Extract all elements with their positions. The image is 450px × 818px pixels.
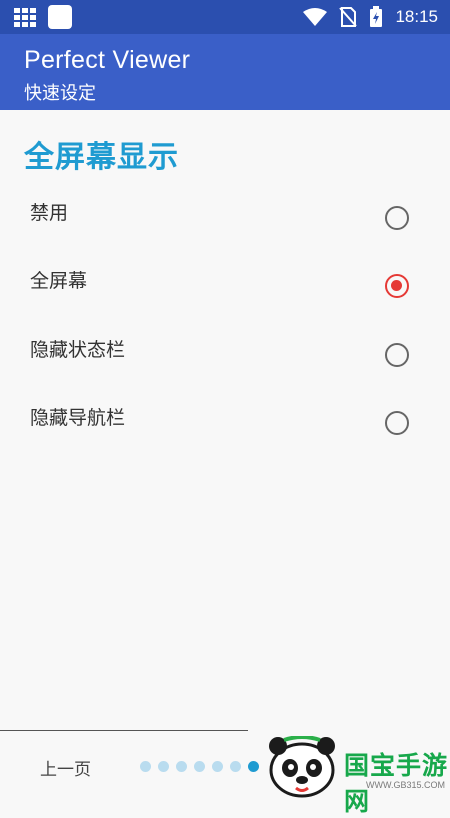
prev-page-button[interactable]: 上一页 [40, 755, 91, 780]
radio-button[interactable] [385, 343, 409, 367]
page-indicator [140, 761, 259, 772]
settings-content: 全屏幕显示 禁用 全屏幕 隐藏状态栏 隐藏导航栏 [0, 110, 450, 730]
option-label: 禁用 [30, 202, 69, 224]
clock: 18:15 [395, 7, 438, 26]
battery-charging-icon [370, 6, 383, 27]
option-label: 全屏幕 [30, 270, 88, 292]
page-dot [194, 761, 205, 772]
page-dot [176, 761, 187, 772]
watermark: 国宝手游网 WWW.GB315.COM [262, 734, 450, 816]
wifi-icon [303, 8, 328, 26]
option-label: 隐藏导航栏 [30, 407, 126, 429]
page-dot [230, 761, 241, 772]
option-hide-nav-bar[interactable]: 隐藏导航栏 [0, 403, 450, 471]
no-sim-icon [339, 7, 358, 27]
grid-icon [14, 8, 36, 28]
app-bar: Perfect Viewer 快速设定 [0, 34, 450, 110]
app-title: Perfect Viewer [24, 46, 191, 74]
app-subtitle: 快速设定 [24, 83, 96, 104]
option-fullscreen[interactable]: 全屏幕 [0, 266, 450, 334]
app-square-icon [48, 5, 72, 29]
panda-logo-icon [269, 736, 335, 798]
option-hide-status-bar[interactable]: 隐藏状态栏 [0, 335, 450, 403]
page-dot [140, 761, 151, 772]
page-dot [212, 761, 223, 772]
radio-button[interactable] [385, 411, 409, 435]
radio-button[interactable] [385, 206, 409, 230]
page-dot [158, 761, 169, 772]
option-label: 隐藏状态栏 [30, 339, 126, 361]
watermark-url: WWW.GB315.COM [366, 780, 446, 790]
section-title: 全屏幕显示 [24, 140, 179, 175]
radio-button-selected[interactable] [385, 274, 409, 298]
page-dot-active [248, 761, 259, 772]
status-bar: 18:15 [0, 0, 450, 34]
status-icons: 18:15 [303, 6, 438, 28]
option-disable[interactable]: 禁用 [0, 198, 450, 266]
